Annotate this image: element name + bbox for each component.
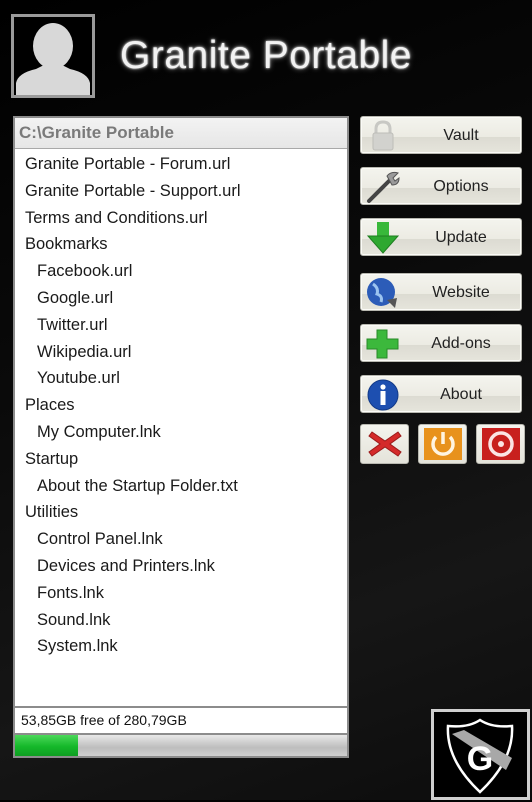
svg-text:G: G [467,740,493,778]
about-button[interactable]: About [360,375,522,413]
current-path: C:\Granite Portable [15,118,347,149]
power-button[interactable] [418,424,467,464]
file-item[interactable]: Wikipedia.url [15,339,347,366]
folder-item[interactable]: Places [15,392,347,419]
file-item[interactable]: Facebook.url [15,258,347,285]
file-item[interactable]: Twitter.url [15,312,347,339]
file-item[interactable]: Youtube.url [15,365,347,392]
file-item[interactable]: Sound.lnk [15,607,347,634]
user-silhouette-icon [16,23,90,95]
file-item[interactable]: System.lnk [15,633,347,660]
file-browser-panel: C:\Granite Portable Granite Portable - F… [13,116,349,708]
red-power-icon [482,428,520,460]
folder-item[interactable]: Startup [15,446,347,473]
granite-logo: G [431,709,530,800]
file-item[interactable]: My Computer.lnk [15,419,347,446]
shield-logo-icon: G [446,718,514,794]
avatar [11,14,95,98]
about-label: About [440,386,482,403]
folder-item[interactable]: Granite Portable - Forum.url [15,151,347,178]
update-button[interactable]: Update [360,218,522,256]
vault-label: Vault [443,127,479,144]
file-item[interactable]: About the Startup Folder.txt [15,473,347,500]
add-ons-label: Add-ons [431,335,491,352]
disk-space-label: 53,85GB free of 280,79GB [13,708,349,733]
file-item[interactable]: Devices and Printers.lnk [15,553,347,580]
add-ons-button[interactable]: Add-ons [360,324,522,362]
app-title: Granite Portable [120,34,412,77]
orange-power-icon [424,428,462,460]
options-button[interactable]: Options [360,167,522,205]
vault-button[interactable]: Vault [360,116,522,154]
folder-item[interactable]: Bookmarks [15,231,347,258]
file-item[interactable]: Control Panel.lnk [15,526,347,553]
file-item[interactable]: Fonts.lnk [15,580,347,607]
file-item[interactable]: Google.url [15,285,347,312]
website-button[interactable]: Website [360,273,522,311]
folder-item[interactable]: Terms and Conditions.url [15,205,347,232]
red-x-icon [368,431,402,457]
shutdown-button[interactable] [476,424,525,464]
disk-usage-bar [13,733,349,758]
file-tree: Granite Portable - Forum.url Granite Port… [15,149,347,660]
website-label: Website [432,284,490,301]
update-label: Update [435,229,487,246]
close-button[interactable] [360,424,409,464]
folder-item[interactable]: Utilities [15,499,347,526]
disk-usage-fill [15,735,79,756]
options-label: Options [433,178,489,195]
folder-item[interactable]: Granite Portable - Support.url [15,178,347,205]
